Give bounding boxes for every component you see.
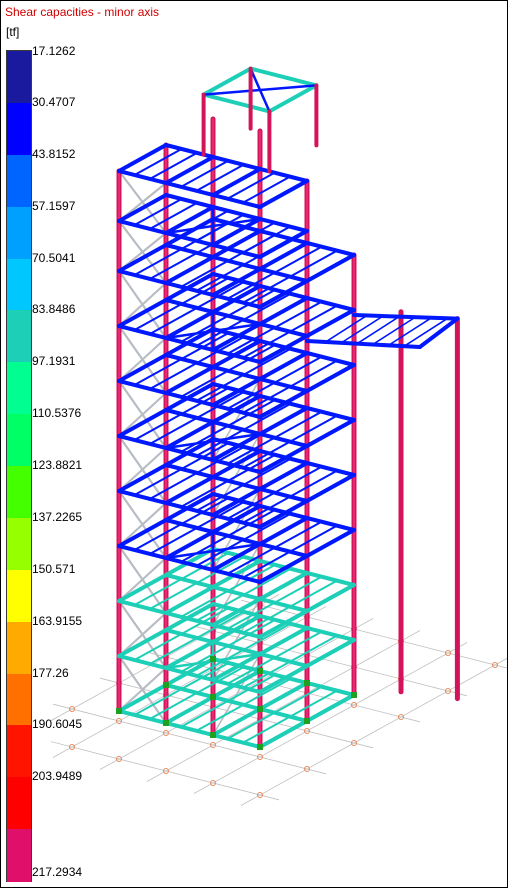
beam-member <box>164 628 309 668</box>
legend-swatch <box>7 829 31 882</box>
grid-line <box>51 741 280 801</box>
secondary-beam <box>242 175 292 204</box>
legend-swatch <box>7 673 31 726</box>
secondary-beam <box>149 201 199 230</box>
secondary-beam <box>180 159 230 188</box>
beam-member <box>117 193 168 223</box>
viewport-frame: Shear capacities - minor axis [tf] 17.12… <box>0 0 508 888</box>
base-node <box>210 732 216 738</box>
beam-member <box>164 353 309 393</box>
base-node <box>163 682 169 688</box>
secondary-beam <box>355 315 401 345</box>
legend-swatch <box>7 362 31 415</box>
legend-swatch <box>7 414 31 467</box>
secondary-beam <box>226 171 276 200</box>
base-node <box>257 668 263 674</box>
secondary-beam <box>164 155 214 184</box>
beam-member <box>164 683 309 723</box>
secondary-beam <box>371 316 417 346</box>
secondary-beam <box>242 225 292 254</box>
secondary-beam <box>211 167 261 196</box>
legend-swatch <box>7 621 31 674</box>
beam-member <box>164 573 309 613</box>
result-title: Shear capacities - minor axis <box>5 5 160 19</box>
beam-member <box>248 66 319 88</box>
secondary-beam <box>133 147 183 176</box>
base-node <box>163 720 169 726</box>
base-node <box>116 708 122 714</box>
secondary-beam <box>257 179 307 208</box>
secondary-beam <box>339 315 384 345</box>
legend-swatch <box>7 466 31 519</box>
legend-swatch <box>7 102 31 156</box>
beam-member <box>164 298 309 338</box>
beam-member <box>164 463 309 503</box>
legend-swatch <box>7 569 31 623</box>
beam-member <box>117 709 262 749</box>
unit-label: [tf] <box>6 25 20 39</box>
base-node <box>210 656 216 662</box>
legend-swatch <box>7 517 31 571</box>
beam-member <box>164 143 309 183</box>
legend-swatch <box>7 310 31 363</box>
secondary-beam <box>226 221 276 250</box>
legend-swatch <box>7 154 31 208</box>
base-node <box>257 706 263 712</box>
beam-member <box>201 92 272 114</box>
legend-swatch <box>7 777 31 830</box>
legend-swatch <box>7 206 31 259</box>
color-legend-bar <box>6 50 32 882</box>
legend-swatch <box>7 725 31 778</box>
base-node <box>304 718 310 724</box>
legend-swatch <box>7 258 31 311</box>
base-node <box>210 694 216 700</box>
beam-member <box>117 143 168 173</box>
secondary-beam <box>257 229 307 258</box>
beam-member <box>164 408 309 448</box>
base-node <box>351 692 357 698</box>
beam-member <box>164 518 309 558</box>
secondary-beam <box>195 163 245 192</box>
base-node <box>257 744 263 750</box>
structural-model-view[interactable] <box>51 51 507 881</box>
base-node <box>304 680 310 686</box>
secondary-beam <box>149 151 199 180</box>
legend-swatch <box>7 51 31 104</box>
secondary-beam <box>323 314 368 344</box>
beam-member <box>352 313 460 321</box>
